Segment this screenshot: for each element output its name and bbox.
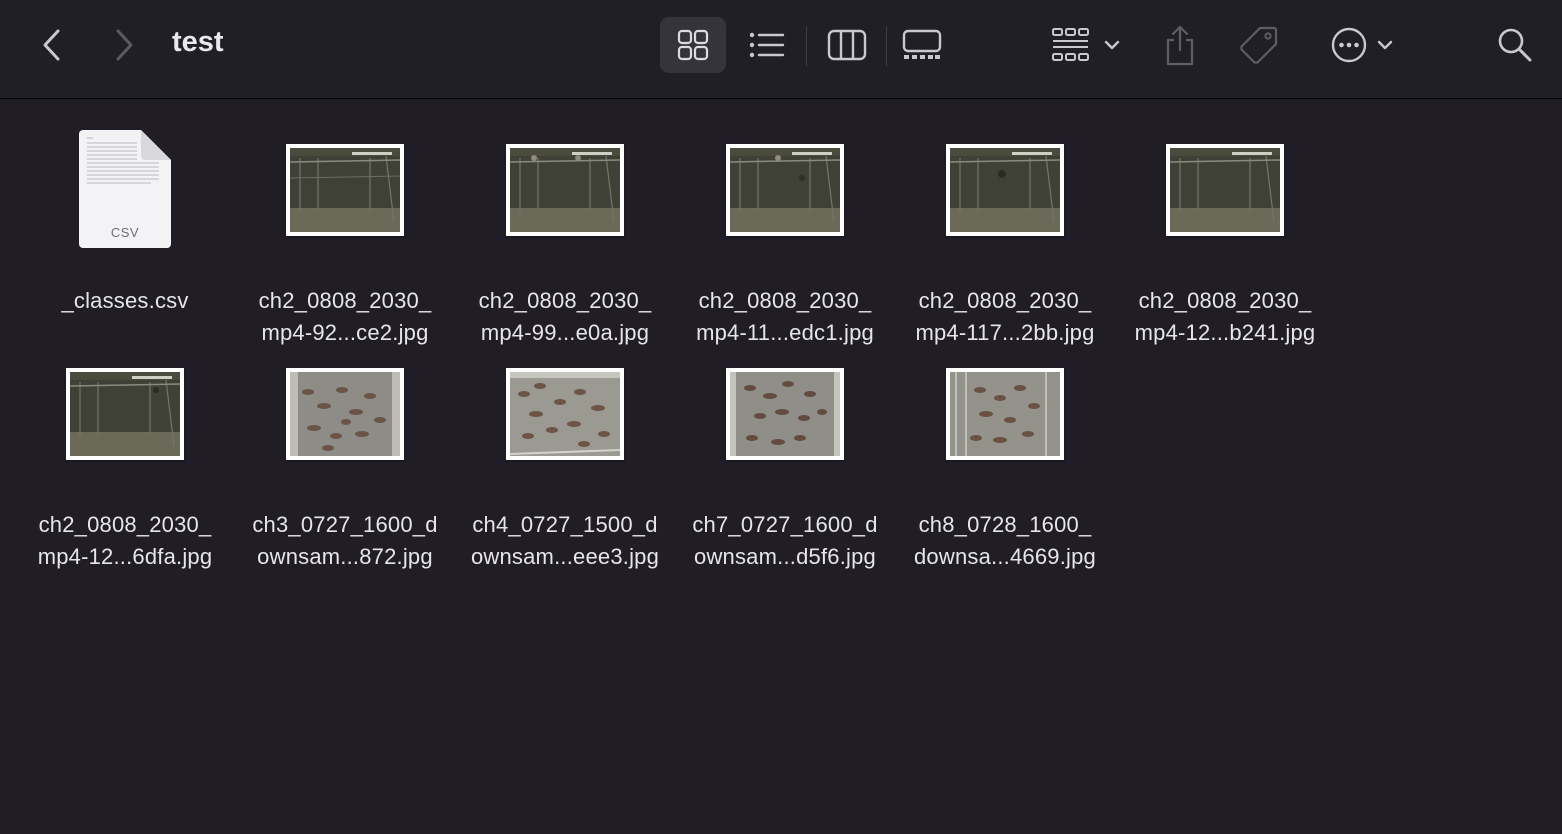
toolbar-divider (806, 26, 807, 66)
ellipsis-circle-icon (1331, 27, 1367, 63)
tag-icon (1240, 26, 1278, 64)
image-thumbnail (946, 144, 1064, 236)
csv-badge: CSV (110, 225, 140, 240)
file-name: ch3_0727_1600_d ownsam...872.jpg (252, 512, 438, 569)
file-name: ch2_0808_2030_ mp4-12...b241.jpg (1134, 288, 1316, 345)
back-button[interactable] (36, 28, 68, 62)
columns-icon (827, 29, 867, 61)
gallery-icon (902, 29, 942, 59)
file-name: ch8_0728_1600_ downsa...4669.jpg (914, 512, 1096, 569)
file-item[interactable]: ch8_0728_1600_ downsa...4669.jpg (895, 339, 1115, 573)
file-item[interactable]: CSV _classes.csv (15, 115, 235, 317)
list-icon (749, 32, 785, 58)
chevron-down-icon (1104, 40, 1120, 50)
image-thumbnail (286, 144, 404, 236)
chevron-right-icon (116, 29, 133, 61)
file-item[interactable]: ch2_0808_2030_ mp4-99...e0a.jpg (455, 115, 675, 349)
grid-icon (677, 29, 709, 61)
file-name: _classes.csv (61, 288, 189, 313)
forward-button[interactable] (108, 28, 140, 62)
chevron-down-icon (1377, 40, 1393, 50)
share-button[interactable] (1160, 20, 1200, 70)
more-actions-button[interactable] (1322, 20, 1402, 70)
icon-view-button[interactable] (660, 17, 726, 73)
column-view-button[interactable] (820, 17, 874, 73)
image-thumbnail (726, 368, 844, 460)
file-name: ch7_0727_1600_d ownsam...d5f6.jpg (692, 512, 878, 569)
image-thumbnail (286, 368, 404, 460)
file-item[interactable]: ch2_0808_2030_ mp4-12...b241.jpg (1115, 115, 1335, 349)
file-name: ch2_0808_2030_ mp4-12...6dfa.jpg (37, 512, 213, 569)
magnifying-glass-icon (1498, 28, 1532, 62)
gallery-view-button[interactable] (896, 17, 948, 73)
file-item[interactable]: ch3_0727_1600_d ownsam...872.jpg (235, 339, 455, 573)
list-view-button[interactable] (740, 17, 794, 73)
file-item[interactable]: ch7_0727_1600_d ownsam...d5f6.jpg (675, 339, 895, 573)
group-by-button[interactable] (1046, 20, 1126, 70)
search-button[interactable] (1494, 24, 1536, 66)
image-thumbnail (66, 368, 184, 460)
image-thumbnail (506, 368, 624, 460)
tag-button[interactable] (1236, 20, 1282, 70)
file-item[interactable]: ch2_0808_2030_ mp4-12...6dfa.jpg (15, 339, 235, 573)
image-thumbnail (946, 368, 1064, 460)
file-item[interactable]: ch2_0808_2030_ mp4-92...ce2.jpg (235, 115, 455, 349)
window-title: test (172, 26, 224, 58)
csv-file-icon: CSV (79, 130, 171, 248)
group-by-icon (1052, 28, 1089, 61)
image-thumbnail (1166, 144, 1284, 236)
toolbar-divider (886, 26, 887, 66)
image-thumbnail (726, 144, 844, 236)
toolbar: test (0, 0, 1562, 99)
image-thumbnail (506, 144, 624, 236)
file-name: ch4_0727_1500_d ownsam...eee3.jpg (470, 512, 660, 569)
file-item[interactable]: ch2_0808_2030_ mp4-117...2bb.jpg (895, 115, 1115, 349)
share-icon (1166, 25, 1194, 66)
file-grid: CSV _classes.csv ch2_0808_2030_ mp4-92..… (0, 99, 1562, 834)
file-item[interactable]: ch4_0727_1500_d ownsam...eee3.jpg (455, 339, 675, 573)
chevron-left-icon (43, 29, 60, 61)
file-item[interactable]: ch2_0808_2030_ mp4-11...edc1.jpg (675, 115, 895, 349)
